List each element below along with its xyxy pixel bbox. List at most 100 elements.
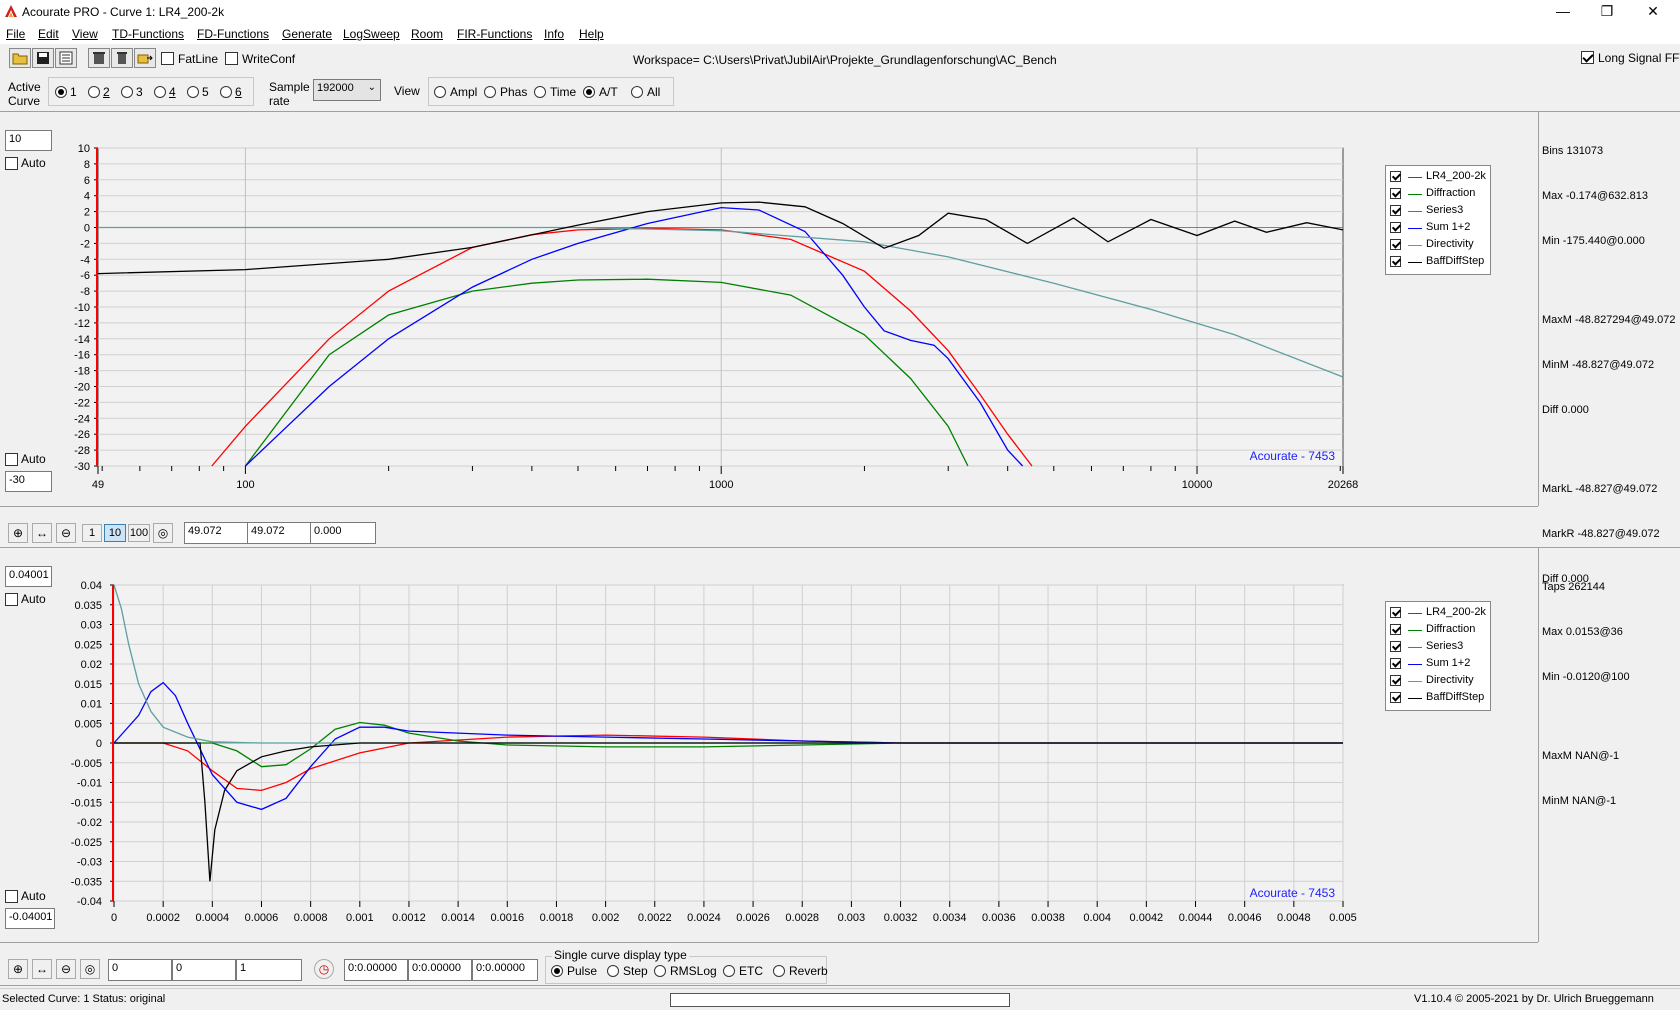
legend-checkbox[interactable]: [1390, 171, 1401, 182]
sample-rate-value: 192000: [317, 82, 354, 94]
legend-item[interactable]: LR4_200-2k: [1390, 169, 1490, 185]
legend-item[interactable]: Diffraction: [1390, 186, 1490, 202]
curve-radio-6[interactable]: [220, 86, 232, 98]
legend-label: BaffDiffStep: [1426, 255, 1485, 267]
menu-file[interactable]: File: [6, 27, 25, 41]
legend-checkbox[interactable]: [1390, 692, 1401, 703]
legend-checkbox[interactable]: [1390, 607, 1401, 618]
marker-left-field[interactable]: 0: [108, 959, 172, 981]
marker-right-field[interactable]: 0: [172, 959, 236, 981]
legend-item[interactable]: Directivity: [1390, 237, 1490, 253]
list-icon[interactable]: [55, 48, 77, 68]
sample-rate-select[interactable]: 192000 ⌄: [313, 79, 381, 101]
save-icon[interactable]: [32, 48, 54, 68]
close-button[interactable]: ✕: [1636, 2, 1670, 22]
legend-item[interactable]: LR4_200-2k: [1390, 605, 1490, 621]
fit-horizontal-icon[interactable]: ↔: [32, 523, 52, 543]
zoom-in-icon[interactable]: ⊕: [8, 959, 28, 979]
trash-icon[interactable]: [111, 48, 133, 68]
open-folder-icon[interactable]: [9, 48, 31, 68]
target-icon[interactable]: ◎: [80, 959, 100, 979]
menu-generate[interactable]: Generate: [282, 27, 332, 41]
display-label-pulse: Pulse: [567, 964, 598, 978]
x-tick-label: 1000: [709, 479, 733, 491]
zoom-100-button[interactable]: 100: [128, 524, 150, 542]
menu-td-functions[interactable]: TD-Functions: [112, 27, 184, 41]
menu-bar: File Edit View TD-Functions FD-Functions…: [0, 24, 1680, 44]
legend-checkbox[interactable]: [1390, 188, 1401, 199]
export-icon[interactable]: [134, 48, 156, 68]
view-radio-time[interactable]: [534, 86, 546, 98]
curve-radio-4[interactable]: [154, 86, 166, 98]
menu-edit[interactable]: Edit: [38, 27, 59, 41]
menu-info[interactable]: Info: [544, 27, 564, 41]
fit-horizontal-icon[interactable]: ↔: [32, 959, 52, 979]
display-radio-etc[interactable]: [723, 965, 735, 977]
sample-rate-label: Sample: [269, 80, 310, 94]
legend-checkbox[interactable]: [1390, 675, 1401, 686]
marker-right-field[interactable]: 49.072: [247, 522, 311, 544]
legend-checkbox[interactable]: [1390, 658, 1401, 669]
zoom-in-icon[interactable]: ⊕: [8, 523, 28, 543]
menu-fir-functions[interactable]: FIR-Functions: [457, 27, 532, 41]
clock-icon[interactable]: ◷: [314, 959, 334, 979]
zoom-1-button[interactable]: 1: [82, 524, 102, 542]
curve-radio-5[interactable]: [187, 86, 199, 98]
legend-item[interactable]: Series3: [1390, 203, 1490, 219]
menu-logsweep[interactable]: LogSweep: [343, 27, 400, 41]
restore-button[interactable]: ❐: [1590, 2, 1624, 22]
view-radio-at[interactable]: [583, 86, 595, 98]
frequency-response-chart[interactable]: 10 8 6 4 2 0 -2 -4 -6 -8 -10 -12 -14 -16 -18 -20 -22 -24 -…: [0, 112, 1538, 506]
marker-diff-field[interactable]: 1: [236, 959, 302, 981]
legend-item[interactable]: Sum 1+2: [1390, 656, 1490, 672]
menu-help[interactable]: Help: [579, 27, 604, 41]
time-field-1[interactable]: 0:0.00000: [344, 959, 408, 981]
curve-radio-2[interactable]: [88, 86, 100, 98]
view-radio-all[interactable]: [631, 86, 643, 98]
legend-item[interactable]: Diffraction: [1390, 622, 1490, 638]
zoom-10-button[interactable]: 10: [104, 524, 126, 542]
display-radio-reverb[interactable]: [773, 965, 785, 977]
legend-item[interactable]: BaffDiffStep: [1390, 254, 1490, 270]
long-signal-fft-checkbox[interactable]: [1581, 51, 1594, 64]
fatline-label: FatLine: [178, 52, 219, 66]
legend-checkbox[interactable]: [1390, 239, 1401, 250]
chevron-down-icon: ⌄: [367, 82, 376, 93]
marker-left-field[interactable]: 49.072: [184, 522, 248, 544]
legend-item[interactable]: Series3: [1390, 639, 1490, 655]
view-radio-phas[interactable]: [484, 86, 496, 98]
delete-curves-icon[interactable]: [88, 48, 110, 68]
target-icon[interactable]: ◎: [153, 523, 173, 543]
legend-item[interactable]: Sum 1+2: [1390, 220, 1490, 236]
legend-item[interactable]: BaffDiffStep: [1390, 690, 1490, 706]
zoom-out-icon[interactable]: ⊖: [56, 523, 76, 543]
menu-view[interactable]: View: [72, 27, 98, 41]
legend-checkbox[interactable]: [1390, 641, 1401, 652]
view-radio-ampl[interactable]: [434, 86, 446, 98]
curve-radio-3[interactable]: [121, 86, 133, 98]
markl-readout: MarkL -48.827@49.072: [1542, 483, 1658, 495]
legend-checkbox[interactable]: [1390, 256, 1401, 267]
legend-checkbox[interactable]: [1390, 222, 1401, 233]
legend-item[interactable]: Directivity: [1390, 673, 1490, 689]
marker-diff-field[interactable]: 0.000: [310, 522, 376, 544]
fatline-checkbox[interactable]: [161, 52, 174, 65]
zoom-out-icon[interactable]: ⊖: [56, 959, 76, 979]
display-radio-step[interactable]: [607, 965, 619, 977]
maxm-readout: MaxM NAN@-1: [1542, 750, 1620, 762]
impulse-response-chart[interactable]: 0.04 0.035 0.03 0.025 0.02 0.015 0.01 0.005 0 -0.…: [0, 548, 1538, 942]
minimize-button[interactable]: —: [1546, 2, 1580, 22]
legend-checkbox[interactable]: [1390, 624, 1401, 635]
time-field-2[interactable]: 0:0.00000: [408, 959, 472, 981]
legend-checkbox[interactable]: [1390, 205, 1401, 216]
menu-room[interactable]: Room: [411, 27, 443, 41]
curve-radio-1[interactable]: [55, 86, 67, 98]
menu-fd-functions[interactable]: FD-Functions: [197, 27, 269, 41]
y-tick-label: -0.04: [77, 896, 102, 908]
diff-readout: Diff 0.000: [1542, 404, 1589, 416]
y-tick-label: 0.03: [81, 620, 102, 632]
time-field-3[interactable]: 0:0.00000: [472, 959, 538, 981]
display-radio-pulse[interactable]: [551, 965, 563, 977]
writeconf-checkbox[interactable]: [225, 52, 238, 65]
display-radio-rmslog[interactable]: [654, 965, 666, 977]
